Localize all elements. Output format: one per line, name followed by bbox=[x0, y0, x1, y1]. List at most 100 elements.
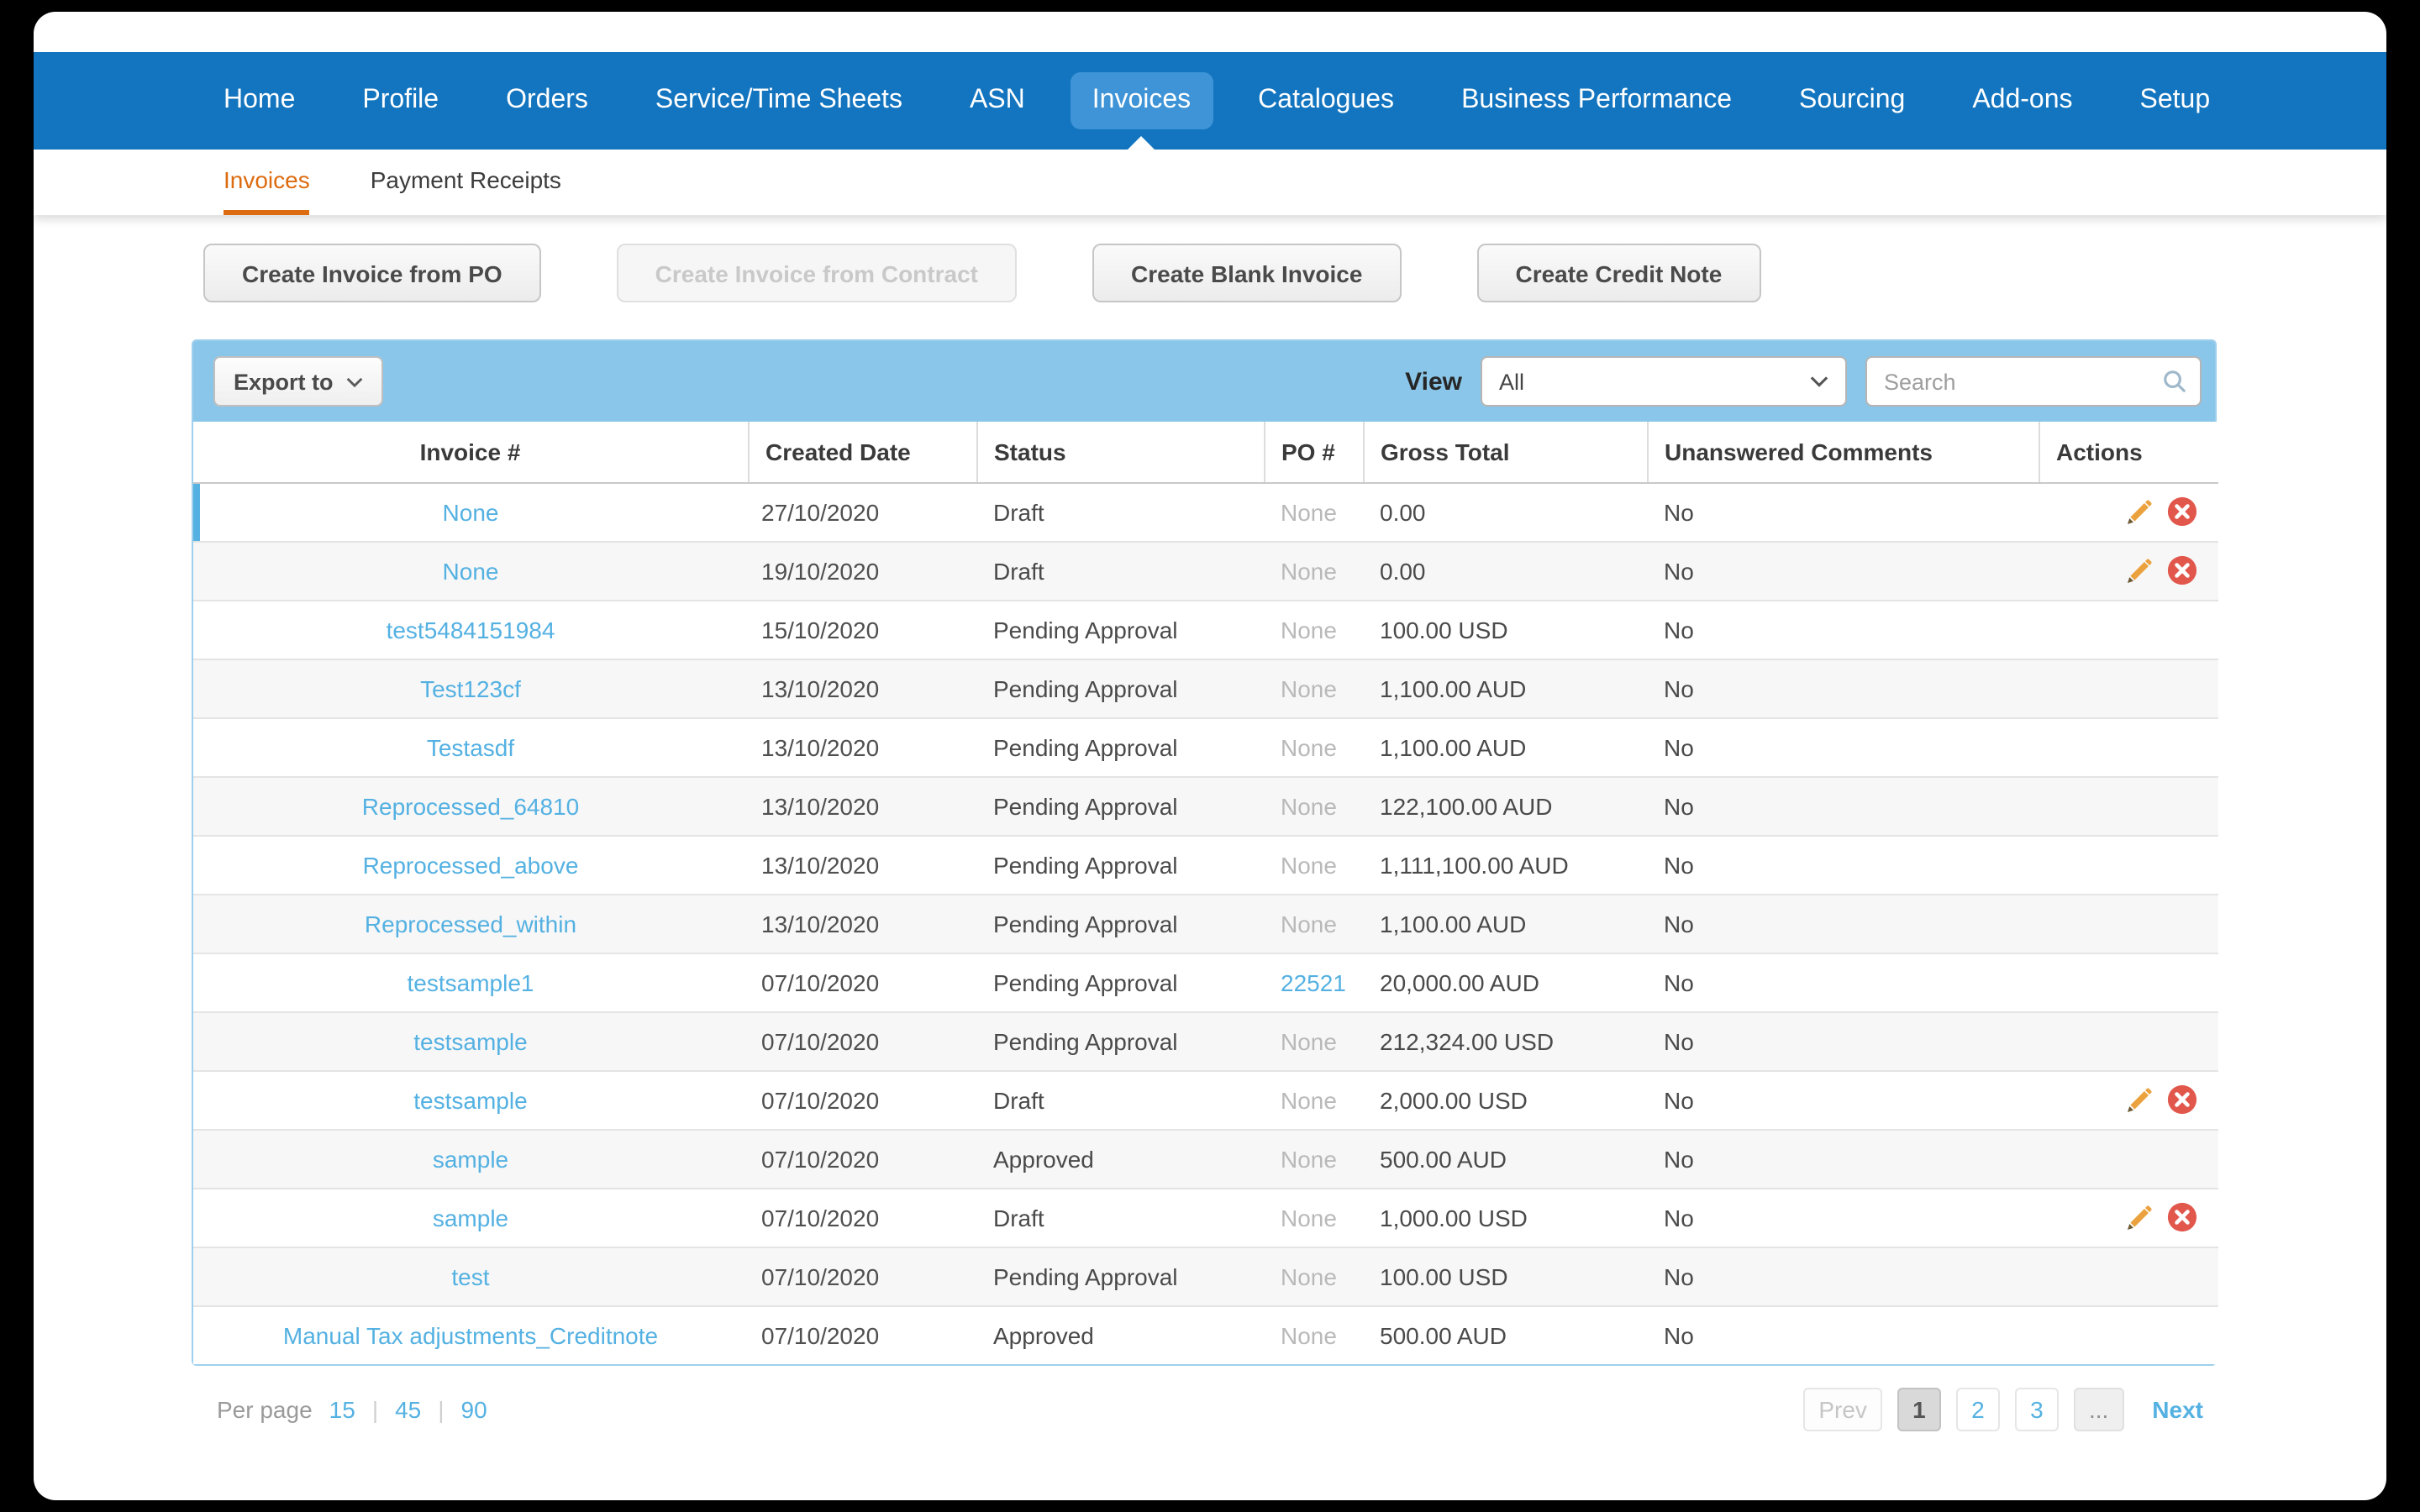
nav-item-orders[interactable]: Orders bbox=[506, 86, 588, 116]
status-cell: Pending Approval bbox=[976, 1246, 1264, 1305]
view-select[interactable]: All bbox=[1481, 356, 1847, 407]
column-header-invoice[interactable]: Invoice # bbox=[193, 422, 748, 483]
invoice-link[interactable]: None bbox=[443, 557, 499, 584]
create-credit-note-button[interactable]: Create Credit Note bbox=[1476, 244, 1761, 302]
invoice-link[interactable]: Test123cf bbox=[420, 675, 521, 701]
column-header-unanswered-comments[interactable]: Unanswered Comments bbox=[1646, 422, 2039, 483]
gross-total-cell: 500.00 AUD bbox=[1363, 1305, 1647, 1364]
pencil-icon[interactable] bbox=[2123, 554, 2156, 587]
status-cell: Pending Approval bbox=[976, 1011, 1264, 1070]
primary-nav: Home Profile Orders Service/Time Sheets ASN I… bbox=[34, 52, 2386, 150]
subnav-item-payment-receipts[interactable]: Payment Receipts bbox=[371, 150, 561, 215]
invoice-number-cell: Testasdf bbox=[193, 717, 748, 776]
invoice-link[interactable]: None bbox=[443, 498, 499, 525]
column-header-po[interactable]: PO # bbox=[1263, 422, 1363, 483]
per-page-option-15[interactable]: 15 bbox=[329, 1396, 355, 1423]
invoice-link[interactable]: test5484151984 bbox=[387, 616, 555, 643]
unanswered-comments-cell: No bbox=[1647, 1011, 2039, 1070]
nav-item-home[interactable]: Home bbox=[224, 86, 295, 116]
gross-total-cell: 100.00 USD bbox=[1363, 599, 1647, 659]
unanswered-comments-cell: No bbox=[1647, 599, 2039, 659]
gross-total-cell: 500.00 AUD bbox=[1363, 1128, 1647, 1188]
next-page-button[interactable]: Next bbox=[2139, 1388, 2217, 1431]
invoice-link[interactable]: testsample bbox=[413, 1027, 527, 1054]
invoice-number-cell: test5484151984 bbox=[193, 599, 748, 659]
row-actions bbox=[2039, 1072, 2198, 1128]
po-number-cell: None bbox=[1264, 1011, 1363, 1070]
column-header-created-date[interactable]: Created Date bbox=[747, 422, 976, 483]
nav-item-add-ons[interactable]: Add-ons bbox=[1972, 86, 2072, 116]
pencil-icon[interactable] bbox=[2123, 495, 2156, 528]
actions-cell bbox=[2039, 482, 2218, 541]
actions-cell bbox=[2039, 1011, 2218, 1070]
delete-icon[interactable] bbox=[2165, 1083, 2198, 1116]
page-2-button[interactable]: 2 bbox=[1955, 1388, 2000, 1431]
delete-icon[interactable] bbox=[2165, 554, 2198, 587]
nav-item-setup[interactable]: Setup bbox=[2140, 86, 2211, 116]
column-header-status[interactable]: Status bbox=[976, 422, 1264, 483]
gross-total-cell: 1,100.00 AUD bbox=[1363, 717, 1647, 776]
unanswered-comments-cell: No bbox=[1647, 893, 2039, 953]
invoice-number-cell: None bbox=[193, 540, 748, 600]
actions-cell bbox=[2039, 717, 2218, 776]
delete-icon[interactable] bbox=[2165, 495, 2198, 528]
nav-item-asn[interactable]: ASN bbox=[970, 86, 1025, 116]
table-row: testsample1 07/10/2020 Pending Approval 225… bbox=[193, 952, 2218, 1011]
per-page-option-45[interactable]: 45 bbox=[395, 1396, 421, 1423]
nav-item-business-performance[interactable]: Business Performance bbox=[1461, 86, 1732, 116]
create-invoice-from-contract-button: Create Invoice from Contract bbox=[616, 244, 1017, 302]
search-input[interactable] bbox=[1865, 356, 2202, 407]
pencil-icon[interactable] bbox=[2123, 1200, 2156, 1234]
invoice-link[interactable]: testsample bbox=[413, 1086, 527, 1113]
subnav-item-invoices[interactable]: Invoices bbox=[224, 150, 310, 215]
delete-icon[interactable] bbox=[2165, 1200, 2198, 1234]
invoice-number-cell: Reprocessed_above bbox=[193, 834, 748, 894]
screen: Home Profile Orders Service/Time Sheets ASN I… bbox=[0, 0, 2420, 1512]
nav-item-catalogues[interactable]: Catalogues bbox=[1258, 86, 1394, 116]
gross-total-cell: 20,000.00 AUD bbox=[1363, 952, 1647, 1011]
nav-item-sourcing[interactable]: Sourcing bbox=[1799, 86, 1905, 116]
nav-item-service-time-sheets[interactable]: Service/Time Sheets bbox=[655, 86, 902, 116]
search-icon[interactable] bbox=[2161, 368, 2188, 395]
invoice-link[interactable]: Manual Tax adjustments_Creditnote bbox=[283, 1322, 658, 1349]
actions-cell bbox=[2039, 599, 2218, 659]
invoice-link[interactable]: Testasdf bbox=[427, 733, 514, 760]
unanswered-comments-cell: No bbox=[1647, 1069, 2039, 1129]
table-header-row: Invoice # Created Date Status PO # Gross Tot… bbox=[193, 422, 2218, 483]
export-to-button[interactable]: Export to bbox=[213, 356, 384, 407]
unanswered-comments-cell: No bbox=[1647, 717, 2039, 776]
create-blank-invoice-button[interactable]: Create Blank Invoice bbox=[1092, 244, 1402, 302]
actions-cell bbox=[2039, 658, 2218, 717]
more-pages-button[interactable]: ... bbox=[2073, 1388, 2124, 1431]
view-select-value: All bbox=[1499, 369, 1525, 394]
invoice-link[interactable]: Reprocessed_above bbox=[363, 851, 579, 878]
po-value: None bbox=[1281, 1027, 1337, 1054]
status-cell: Pending Approval bbox=[976, 599, 1264, 659]
po-number-cell: None bbox=[1264, 1305, 1363, 1364]
column-header-actions[interactable]: Actions bbox=[2038, 422, 2218, 483]
gross-total-cell: 1,100.00 AUD bbox=[1363, 658, 1647, 717]
invoice-link[interactable]: sample bbox=[433, 1145, 508, 1172]
page-3-button[interactable]: 3 bbox=[2014, 1388, 2059, 1431]
gross-total-cell: 1,100.00 AUD bbox=[1363, 893, 1647, 953]
gross-total-cell: 122,100.00 AUD bbox=[1363, 775, 1647, 835]
invoice-link[interactable]: sample bbox=[433, 1204, 508, 1231]
nav-item-profile[interactable]: Profile bbox=[362, 86, 439, 116]
po-value: None bbox=[1281, 1145, 1337, 1172]
invoice-number-cell: testsample bbox=[193, 1011, 748, 1070]
actions-cell bbox=[2039, 952, 2218, 1011]
invoice-link[interactable]: Reprocessed_64810 bbox=[362, 792, 579, 819]
invoice-link[interactable]: Reprocessed_within bbox=[365, 910, 576, 937]
create-invoice-from-po-button[interactable]: Create Invoice from PO bbox=[203, 244, 541, 302]
po-link[interactable]: 22521 bbox=[1281, 969, 1346, 995]
column-header-gross-total[interactable]: Gross Total bbox=[1362, 422, 1647, 483]
nav-item-invoices[interactable]: Invoices bbox=[1070, 72, 1213, 150]
invoice-link[interactable]: test bbox=[451, 1263, 489, 1289]
po-number-cell: None bbox=[1264, 1246, 1363, 1305]
po-value: None bbox=[1281, 733, 1337, 760]
invoice-link[interactable]: testsample1 bbox=[408, 969, 534, 995]
per-page-option-90[interactable]: 90 bbox=[461, 1396, 487, 1423]
invoices-table-container: Export to View All Search Invoice # Crea… bbox=[192, 339, 2218, 1366]
invoice-number-cell: sample bbox=[193, 1187, 748, 1247]
pencil-icon[interactable] bbox=[2123, 1083, 2156, 1116]
